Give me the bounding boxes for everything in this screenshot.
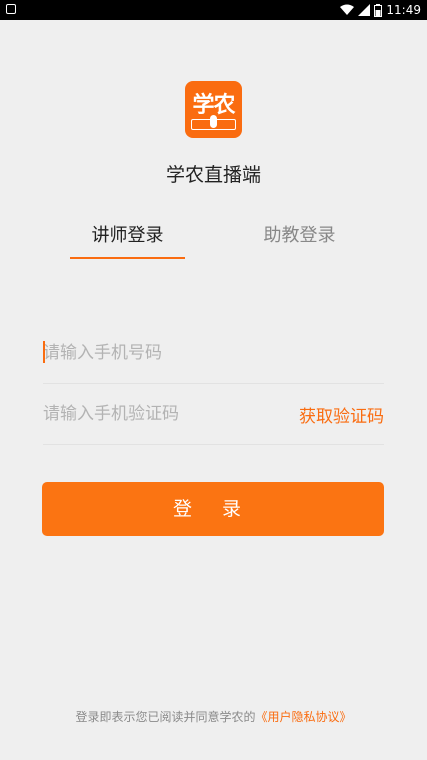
app-logo: 学农 (185, 81, 242, 138)
wifi-icon (340, 4, 355, 15)
app-title: 学农直播端 (165, 164, 261, 186)
get-code-button[interactable]: 获取验证码 (299, 402, 384, 427)
notification-icon (6, 4, 16, 14)
status-bar: 11:49 (0, 0, 427, 20)
login-tabs: 讲师登录 助教登录 (0, 222, 427, 262)
footer-text: 登录即表示您已阅读并同意学农的 (75, 710, 256, 724)
battery-icon (374, 3, 383, 17)
code-input[interactable] (43, 400, 273, 428)
tab-assistant-login[interactable]: 助教登录 (242, 222, 357, 258)
login-button[interactable]: 登 录 (42, 482, 384, 536)
tab-lecturer-login[interactable]: 讲师登录 (70, 222, 185, 258)
tab-active-indicator (70, 257, 185, 259)
text-caret (43, 341, 45, 363)
privacy-policy-link[interactable]: 《用户隐私协议》 (256, 710, 352, 724)
code-field: 获取验证码 (43, 384, 384, 445)
footer-agreement: 登录即表示您已阅读并同意学农的《用户隐私协议》 (0, 708, 427, 725)
microphone-icon (210, 115, 217, 128)
signal-icon (358, 4, 371, 16)
status-time: 11:49 (386, 3, 421, 17)
phone-input[interactable] (43, 339, 273, 367)
phone-field (43, 323, 384, 384)
status-right: 11:49 (340, 2, 421, 18)
